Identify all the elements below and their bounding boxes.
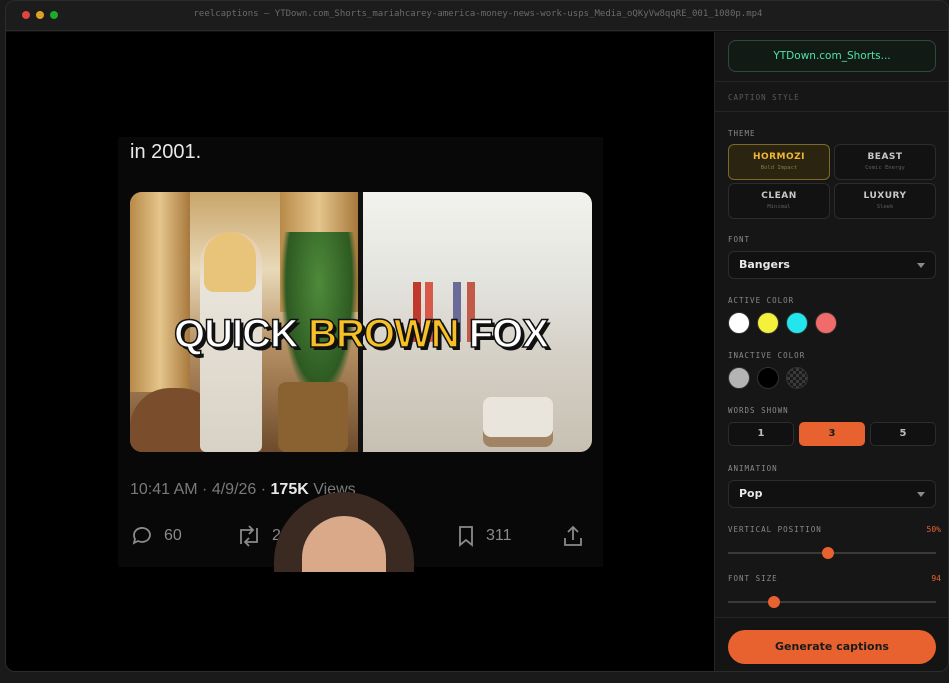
panel-footer: Generate captions: [715, 617, 948, 671]
reply-action: 60: [130, 521, 182, 551]
inactive-color-transparent[interactable]: [786, 367, 808, 389]
active-color-yellow[interactable]: [757, 312, 779, 334]
bookmark-icon: [459, 526, 473, 547]
vertical-position-slider[interactable]: [728, 547, 936, 559]
font-label: FONT: [728, 235, 751, 244]
reply-icon: [132, 527, 151, 545]
caption-word-active: BROWN: [307, 311, 460, 357]
inactive-color-gray[interactable]: [728, 367, 750, 389]
vertical-position-handle[interactable]: [821, 547, 834, 559]
theme-option-beast[interactable]: BEAST Comic Energy: [834, 144, 936, 180]
words-shown-1[interactable]: 1: [728, 422, 794, 446]
active-color-red[interactable]: [815, 312, 837, 334]
facecam-person: [274, 492, 414, 572]
tweet-media: QUICK BROWN FOX: [130, 192, 592, 452]
active-color-white[interactable]: [728, 312, 750, 334]
caption-style-heading: CAPTION STYLE: [728, 93, 800, 102]
words-shown-5[interactable]: 5: [870, 422, 936, 446]
inactive-color-label: INACTIVE COLOR: [728, 351, 806, 360]
app-window: reelcaptions — YTDown.com_Shorts_mariahc…: [5, 0, 949, 672]
words-shown-label: WORDS SHOWN: [728, 406, 789, 415]
font-size-handle[interactable]: [767, 596, 780, 608]
caption-word-1: QUICK: [173, 311, 299, 357]
vertical-position-value: 50%: [926, 525, 941, 534]
active-color-cyan[interactable]: [786, 312, 808, 334]
tweet-text: in 2001.: [130, 141, 202, 163]
words-shown-3[interactable]: 3: [799, 422, 865, 446]
window-title: reelcaptions — YTDown.com_Shorts_mariahc…: [193, 9, 763, 19]
chevron-down-icon: [917, 492, 925, 497]
share-icon: [564, 525, 582, 546]
bookmark-action: 311: [456, 521, 512, 551]
settings-panel: YTDown.com_Shorts... CAPTION STYLE THEME…: [714, 32, 948, 671]
share-action: [562, 521, 584, 551]
theme-option-luxury[interactable]: LUXURY Sleek: [834, 183, 936, 219]
caption-overlay: QUICK BROWN FOX: [130, 311, 592, 357]
generate-captions-button[interactable]: Generate captions: [728, 630, 936, 664]
inactive-color-black[interactable]: [757, 367, 779, 389]
theme-option-hormozi[interactable]: HORMOZI Bold Impact: [728, 144, 830, 180]
title-bar: reelcaptions — YTDown.com_Shorts_mariahc…: [6, 1, 948, 31]
vertical-position-label: VERTICAL POSITION: [728, 525, 822, 534]
chevron-down-icon: [917, 263, 925, 268]
font-size-label: FONT SIZE: [728, 574, 778, 583]
retweet-icon: [240, 525, 258, 547]
theme-label: THEME: [728, 129, 756, 138]
font-size-value: 94: [931, 574, 941, 583]
font-size-slider[interactable]: [728, 596, 936, 608]
caption-word-3: FOX: [468, 311, 550, 357]
animation-label: ANIMATION: [728, 464, 778, 473]
animation-select[interactable]: Pop: [728, 480, 936, 508]
file-select-button[interactable]: YTDown.com_Shorts...: [728, 40, 936, 72]
video-preview[interactable]: in 2001. QUICK BROWN FOX 10:41 AM · 4/9/…: [6, 32, 714, 671]
theme-option-clean[interactable]: CLEAN Minimal: [728, 183, 830, 219]
active-color-label: ACTIVE COLOR: [728, 296, 795, 305]
font-select[interactable]: Bangers: [728, 251, 936, 279]
